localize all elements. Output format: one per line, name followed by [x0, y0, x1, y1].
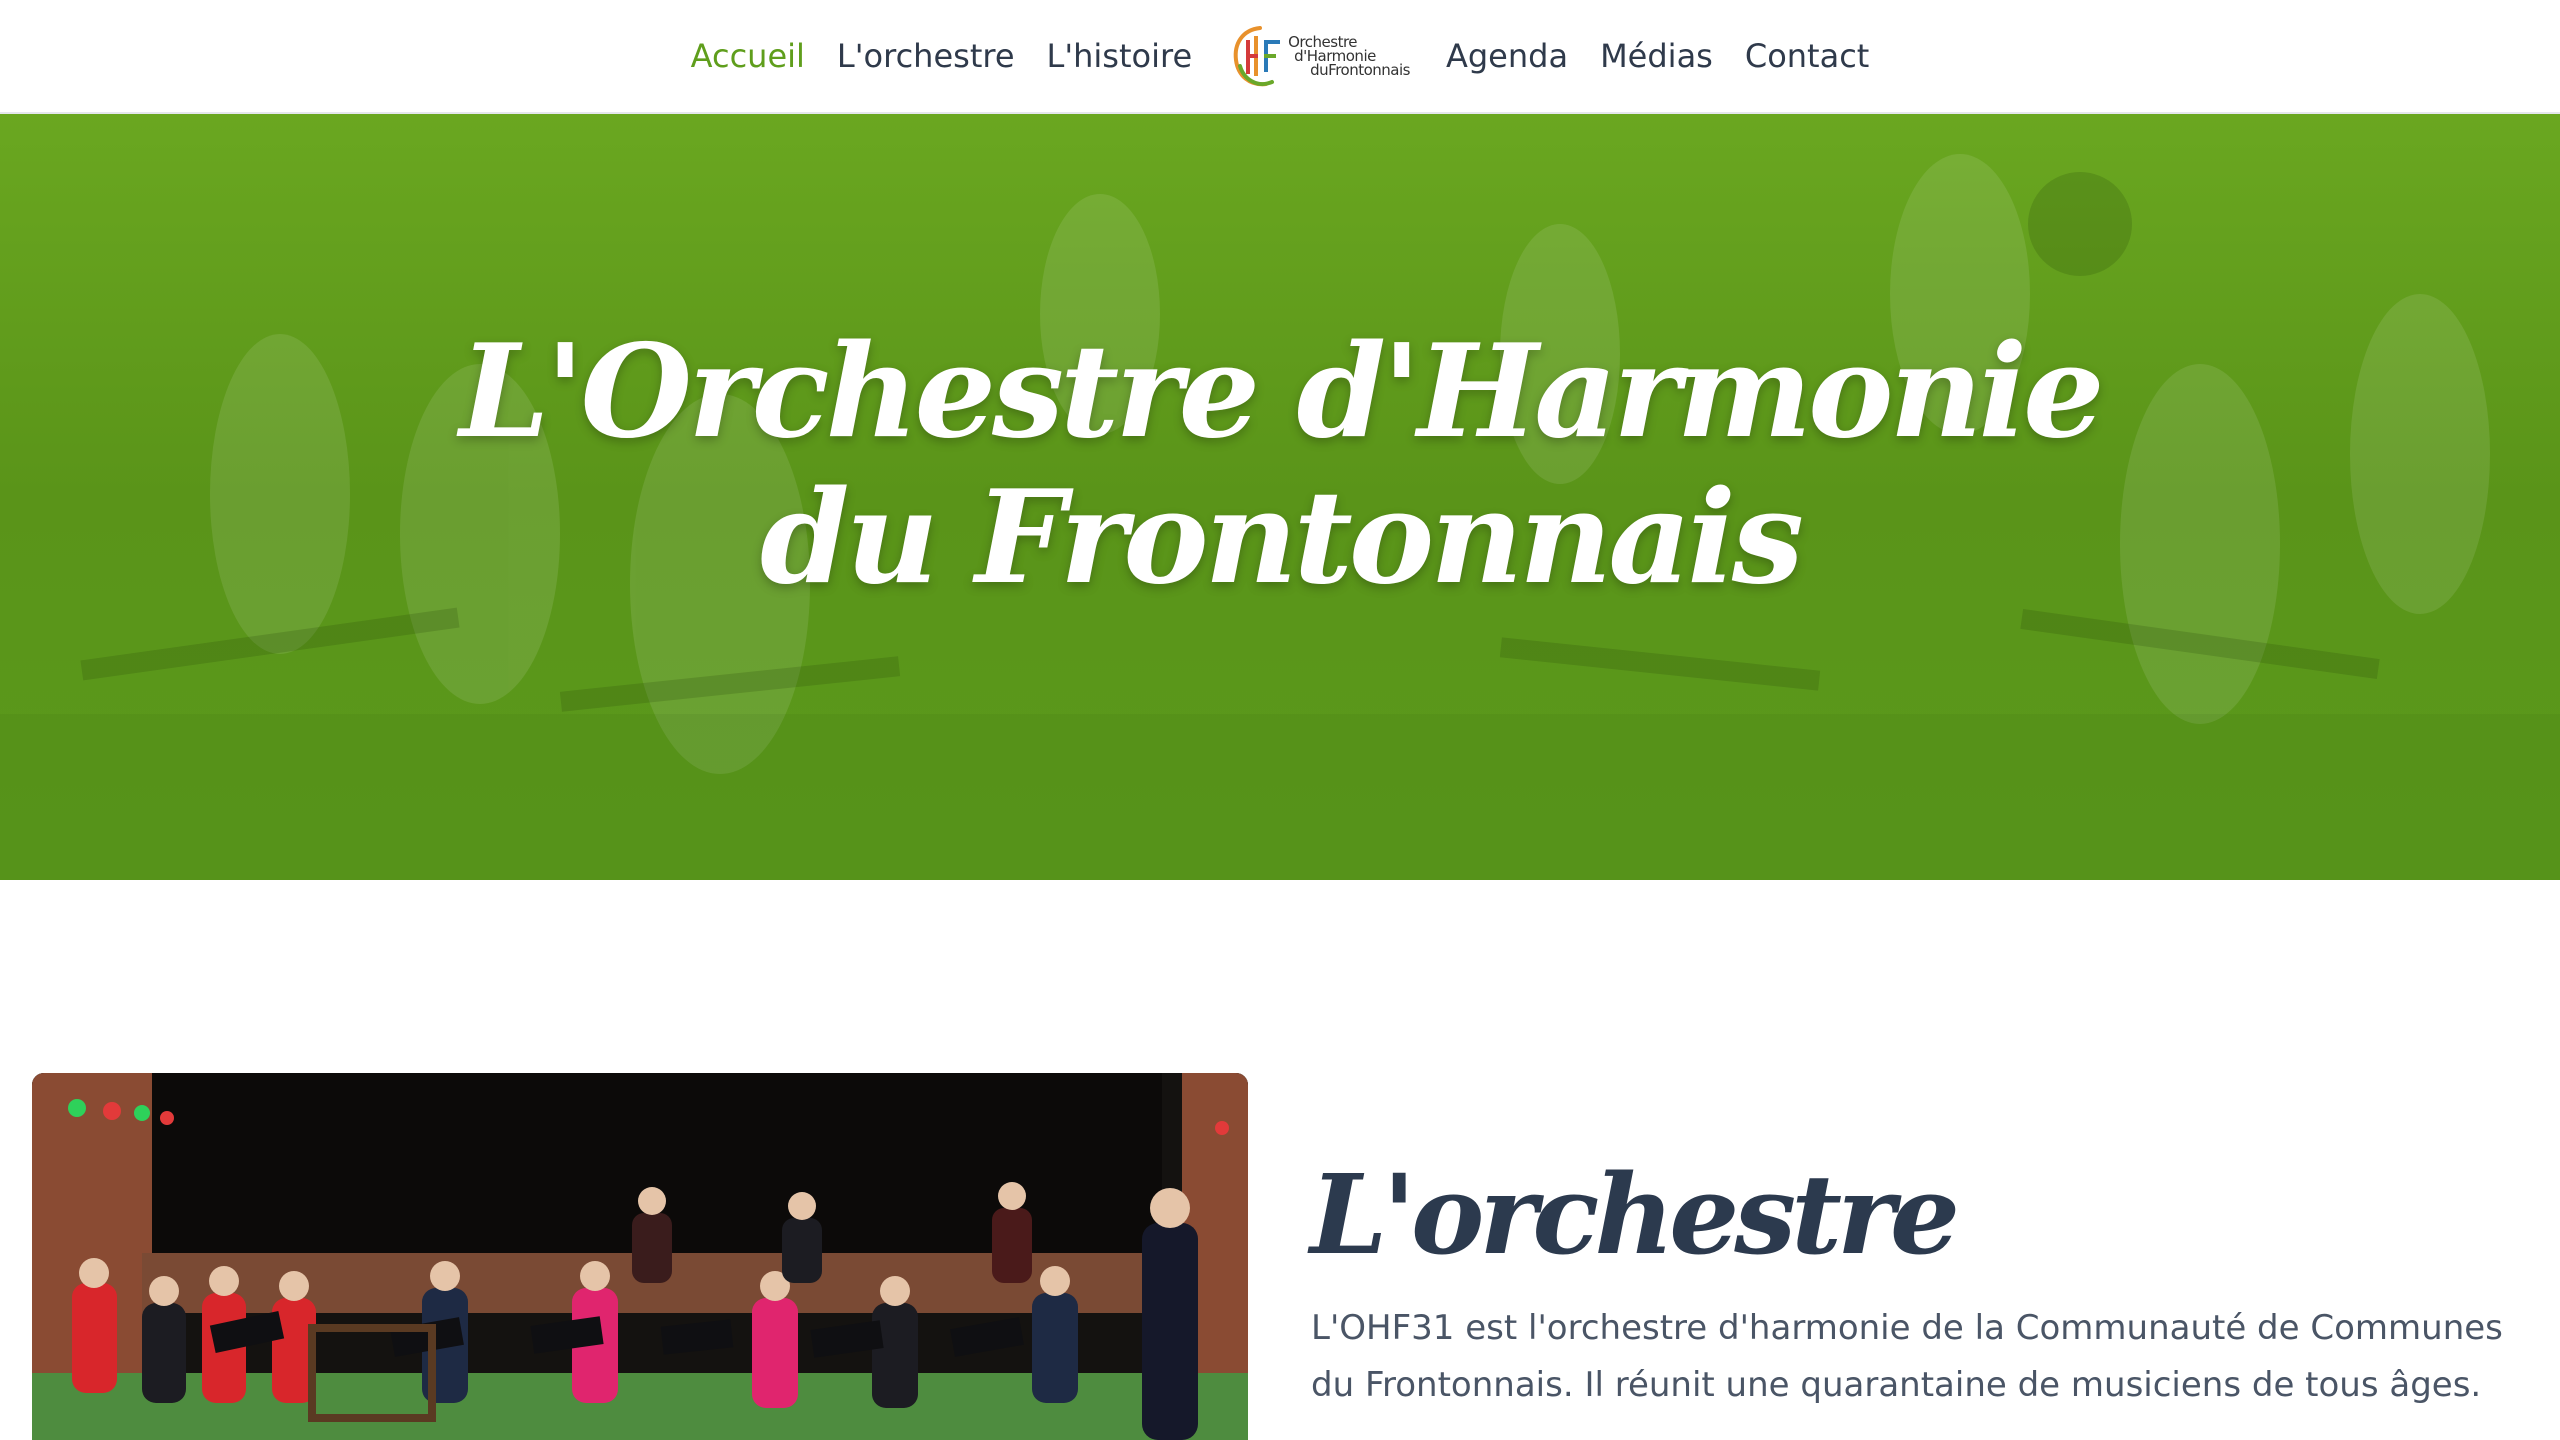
hero-title-line-2: du Frontonnais — [760, 463, 1804, 613]
nav-link-histoire[interactable]: L'histoire — [1031, 37, 1209, 75]
main-nav: Accueil L'orchestre L'histoire Orchestre… — [675, 22, 1886, 90]
orchestra-photo — [32, 1073, 1248, 1440]
hero-banner: L'Orchestre d'Harmonie du Frontonnais — [0, 114, 2560, 880]
nav-link-orchestre[interactable]: L'orchestre — [821, 37, 1031, 75]
logo-line-3: duFrontonnais — [1310, 61, 1410, 79]
logo-wordmark: Orchestre d'Harmonie duFrontonnais — [1288, 35, 1410, 79]
nav-link-medias[interactable]: Médias — [1584, 37, 1729, 75]
hero-title: L'Orchestre d'Harmonie du Frontonnais — [0, 319, 2560, 611]
section-description: L'OHF31 est l'orchestre d'harmonie de la… — [1311, 1308, 2503, 1405]
nav-link-contact[interactable]: Contact — [1729, 37, 1886, 75]
site-header: Accueil L'orchestre L'histoire Orchestre… — [0, 0, 2560, 114]
ohf-monogram-icon — [1233, 26, 1281, 87]
nav-link-agenda[interactable]: Agenda — [1430, 37, 1584, 75]
hero-title-line-1: L'Orchestre d'Harmonie — [459, 317, 2104, 467]
site-logo[interactable]: Orchestre d'Harmonie duFrontonnais — [1230, 22, 1410, 90]
orchestra-group-image — [32, 1073, 1248, 1440]
section-title-orchestre: L'orchestre — [1310, 1150, 1960, 1279]
nav-link-accueil[interactable]: Accueil — [675, 37, 821, 75]
